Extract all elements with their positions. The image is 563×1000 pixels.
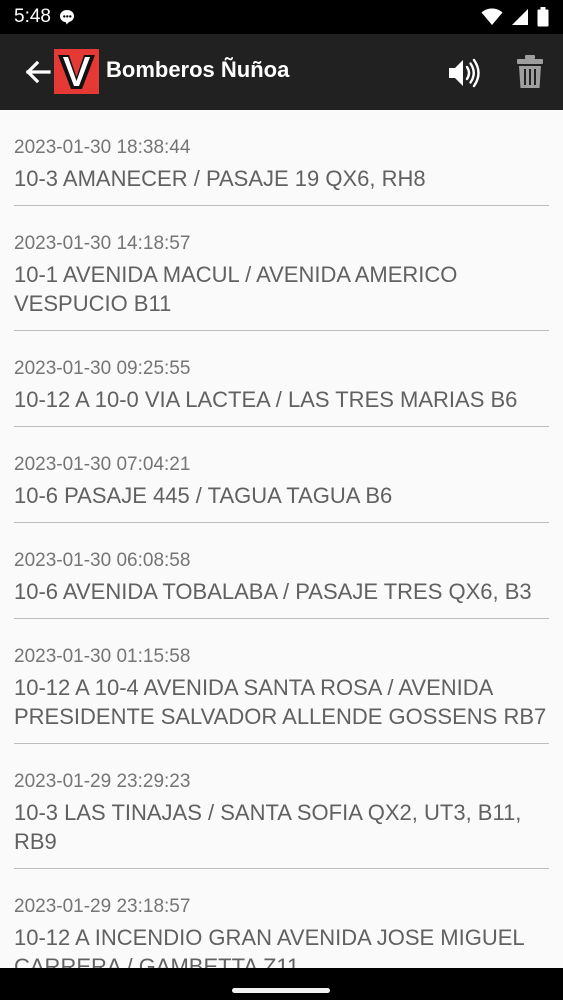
event-timestamp: 2023-01-29 23:18:57 (14, 896, 191, 917)
event-description: 10-12 A 10-0 VIA LACTEA / LAS TRES MARIA… (14, 387, 518, 412)
wifi-icon (481, 8, 503, 25)
status-bar: 5:48 (0, 0, 563, 34)
event-description: 10-1 AVENIDA MACUL / AVENIDA AMERICO VES… (14, 262, 458, 316)
list-item[interactable]: 2023-01-30 14:18:57 10-1 AVENIDA MACUL / … (14, 206, 549, 331)
navigation-bar (0, 968, 563, 1000)
event-timestamp: 2023-01-30 07:04:21 (14, 454, 191, 475)
page-title: Bomberos Ñuñoa (106, 57, 290, 82)
app-bar: Bomberos Ñuñoa (0, 34, 563, 110)
event-timestamp: 2023-01-30 14:18:57 (14, 233, 191, 254)
events-list: 2023-01-30 18:38:44 10-3 AMANECER / PASAJ… (14, 110, 549, 968)
event-timestamp: 2023-01-30 18:38:44 (14, 137, 191, 158)
status-time: 5:48 (14, 6, 51, 27)
volume-icon[interactable] (446, 56, 482, 90)
status-icons (481, 7, 549, 27)
back-icon[interactable] (22, 56, 54, 88)
notification-icon (60, 10, 74, 25)
event-description: 10-3 AMANECER / PASAJE 19 QX6, RH8 (14, 166, 426, 191)
event-description: 10-3 LAS TINAJAS / SANTA SOFIA QX2, UT3,… (14, 800, 522, 854)
list-item[interactable]: 2023-01-30 01:15:58 10-12 A 10-4 AVENIDA … (14, 619, 549, 744)
list-item[interactable]: 2023-01-30 18:38:44 10-3 AMANECER / PASAJ… (14, 110, 549, 206)
list-item[interactable]: 2023-01-29 23:18:57 10-12 A INCENDIO GRAN… (14, 869, 549, 968)
trash-icon[interactable] (515, 54, 545, 90)
event-description: 10-6 AVENIDA TOBALABA / PASAJE TRES QX6,… (14, 579, 532, 604)
app-logo (54, 49, 99, 94)
event-timestamp: 2023-01-30 01:15:58 (14, 646, 191, 667)
event-timestamp: 2023-01-30 09:25:55 (14, 358, 191, 379)
list-item[interactable]: 2023-01-30 09:25:55 10-12 A 10-0 VIA LACT… (14, 331, 549, 427)
home-gesture-handle[interactable] (232, 988, 330, 993)
event-timestamp: 2023-01-30 06:08:58 (14, 550, 191, 571)
list-item[interactable]: 2023-01-29 23:29:23 10-3 LAS TINAJAS / SA… (14, 744, 549, 869)
list-item[interactable]: 2023-01-30 06:08:58 10-6 AVENIDA TOBALABA… (14, 523, 549, 619)
event-description: 10-6 PASAJE 445 / TAGUA TAGUA B6 (14, 483, 393, 508)
event-timestamp: 2023-01-29 23:29:23 (14, 771, 191, 792)
event-description: 10-12 A INCENDIO GRAN AVENIDA JOSE MIGUE… (14, 925, 524, 968)
signal-icon (512, 9, 528, 25)
list-item[interactable]: 2023-01-30 07:04:21 10-6 PASAJE 445 / TAG… (14, 427, 549, 523)
event-description: 10-12 A 10-4 AVENIDA SANTA ROSA / AVENID… (14, 675, 547, 729)
battery-icon (537, 7, 549, 27)
events-list-container[interactable]: 2023-01-30 18:38:44 10-3 AMANECER / PASAJ… (0, 110, 563, 968)
